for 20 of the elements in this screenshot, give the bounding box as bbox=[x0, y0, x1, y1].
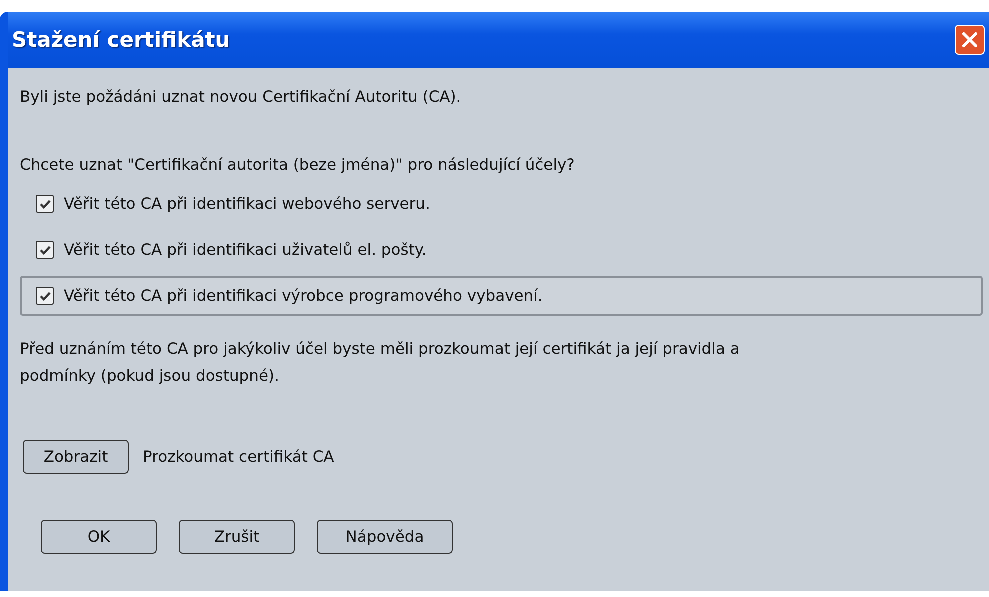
question-text: Chcete uznat "Certifikační autorita (beze jména)" pro následující účely? bbox=[20, 156, 576, 174]
checkmark-icon bbox=[38, 198, 52, 210]
intro-text: Byli jste požádáni uznat novou Certifikační Autoritu (CA). bbox=[20, 88, 462, 106]
checkbox[interactable] bbox=[36, 195, 54, 213]
checkbox[interactable] bbox=[36, 241, 54, 259]
view-label: Prozkoumat certifikát CA bbox=[143, 448, 334, 466]
dialog-button[interactable]: Zrušit bbox=[179, 520, 295, 554]
dialog-button[interactable]: Nápověda bbox=[317, 520, 453, 554]
checkmark-icon bbox=[38, 290, 52, 302]
view-button[interactable]: Zobrazit bbox=[23, 440, 129, 474]
checkbox-label[interactable]: Věřit této CA při identifikaci uživatelů el. pošty. bbox=[64, 241, 427, 259]
checkmark-icon bbox=[38, 244, 52, 256]
close-icon bbox=[961, 31, 979, 49]
window-title: Stažení certifikátu bbox=[12, 28, 230, 52]
close-button[interactable] bbox=[955, 25, 985, 55]
advice-text: Před uznáním této CA pro jakýkoliv účel byste měli prozkoumat její certifikát ja její pravidla a podmínky (pokud jsou dostupné). bbox=[20, 339, 741, 387]
checkbox-label[interactable]: Věřit této CA při identifikaci webového serveru. bbox=[64, 195, 430, 213]
dialog-button[interactable]: OK bbox=[41, 520, 157, 554]
checkbox-label[interactable]: Věřit této CA při identifikaci výrobce programového vybavení. bbox=[64, 287, 543, 305]
checkbox[interactable] bbox=[36, 287, 54, 305]
